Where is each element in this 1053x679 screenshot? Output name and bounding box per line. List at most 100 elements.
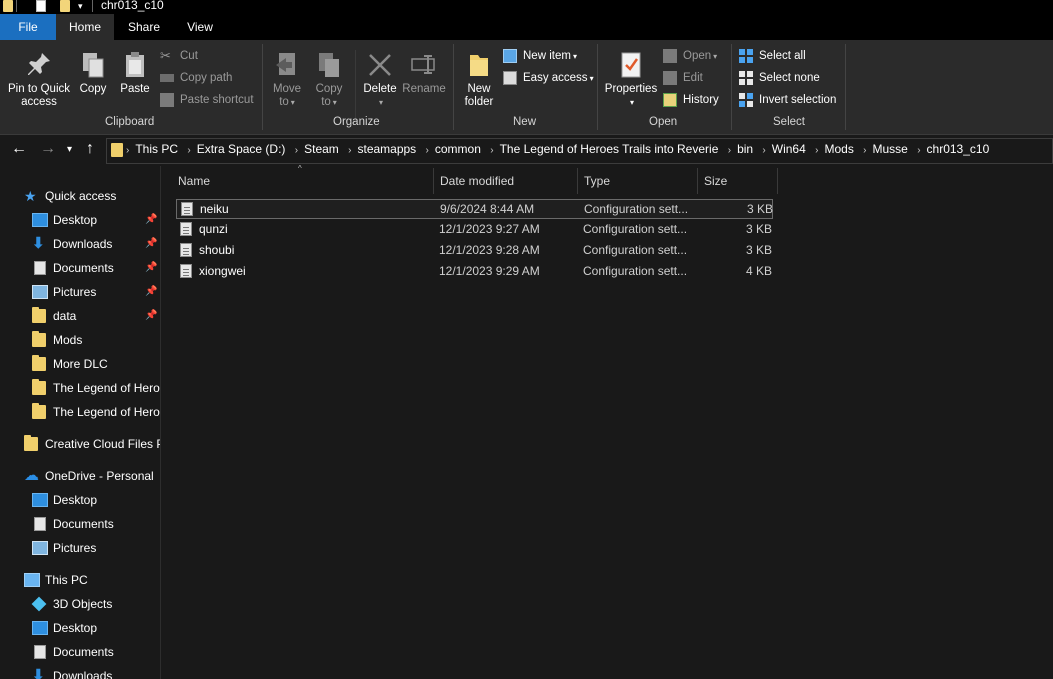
breadcrumb-item[interactable]: This PC (129, 142, 184, 156)
downloads-icon: ⬇ (32, 235, 45, 252)
cut-label: Cut (180, 50, 198, 62)
chevron-down-icon: ▾ (378, 98, 383, 107)
invert-selection-button[interactable]: Invert selection (739, 91, 836, 109)
copy-icon (78, 50, 108, 80)
pictures-icon (32, 285, 48, 299)
open-button[interactable]: Open ▾ (663, 47, 717, 65)
sidebar-item-label: Quick access (45, 189, 117, 203)
file-date: 12/1/2023 9:29 AM (439, 264, 540, 278)
move-to-button[interactable]: Move to ▾ (270, 50, 304, 109)
column-header-type[interactable]: Type (584, 174, 610, 188)
file-name: qunzi (199, 222, 228, 236)
cut-button[interactable]: ✂ Cut (160, 47, 198, 65)
new-folder-qat-icon[interactable] (60, 0, 70, 12)
column-header-size[interactable]: Size (704, 174, 727, 188)
delete-x-icon (365, 50, 395, 80)
folder-icon (32, 307, 46, 323)
breadcrumb-item[interactable]: Steam (298, 142, 345, 156)
table-row[interactable]: xiongwei 12/1/2023 9:29 AM Configuration… (176, 262, 773, 282)
breadcrumb-item[interactable]: The Legend of Heroes Trails into Reverie (494, 142, 725, 156)
copy-path-label: Copy path (180, 72, 233, 84)
table-row[interactable]: shoubi 12/1/2023 9:28 AM Configuration s… (176, 241, 773, 261)
select-all-icon (739, 49, 753, 63)
breadcrumb-item[interactable]: bin (731, 142, 759, 156)
paste-button[interactable]: Paste (118, 50, 152, 96)
edit-button[interactable]: Edit (663, 69, 703, 87)
back-arrow-icon[interactable]: ← (11, 140, 27, 158)
tab-share[interactable]: Share (116, 14, 172, 40)
chevron-down-icon: ▾ (589, 74, 594, 83)
copy-to-button[interactable]: Copy to ▾ (312, 50, 346, 109)
pictures-icon (32, 541, 48, 555)
select-all-button[interactable]: Select all (739, 47, 806, 65)
invert-selection-label: Invert selection (759, 94, 837, 106)
breadcrumb-item[interactable]: chr013_c10 (921, 142, 996, 156)
forward-arrow-icon[interactable]: → (40, 140, 56, 158)
table-row[interactable]: neiku 9/6/2024 8:44 AM Configuration set… (176, 199, 773, 219)
column-divider[interactable] (433, 168, 434, 194)
file-size: 3 KB (746, 243, 773, 257)
sidebar-item-label: Mods (53, 333, 83, 347)
column-header-date-modified[interactable]: Date modified (440, 174, 514, 188)
file-type: Configuration sett... (583, 264, 688, 278)
new-item-button[interactable]: New item ▾ (503, 47, 577, 65)
column-divider[interactable] (777, 168, 778, 194)
title-bar: ▾ chr013_c10 (0, 0, 1053, 14)
pin-to-quick-access-button[interactable]: Pin to Quick access (6, 50, 72, 109)
column-divider[interactable] (577, 168, 578, 194)
copy-to-label-line1: Copy (315, 83, 343, 95)
sort-ascending-icon: ^ (298, 164, 302, 173)
breadcrumb-item[interactable]: Win64 (766, 142, 812, 156)
customize-qat-icon[interactable]: ▾ (78, 0, 88, 12)
properties-button[interactable]: Properties ▾ (603, 50, 659, 109)
delete-button[interactable]: Delete ▾ (360, 50, 400, 109)
sidebar-item-label: Documents (53, 645, 114, 659)
copy-path-button[interactable]: Copy path (160, 69, 232, 87)
new-folder-button[interactable]: New folder (460, 50, 498, 109)
up-arrow-icon[interactable]: ↑ (86, 140, 94, 158)
recent-locations-chevron-icon[interactable]: ▾ (67, 144, 72, 155)
sidebar-item-documents[interactable]: Documents 📌 (32, 257, 160, 279)
column-divider[interactable] (697, 168, 698, 194)
breadcrumb-item[interactable]: Extra Space (D:) (191, 142, 292, 156)
config-file-icon (181, 202, 193, 216)
column-header-name[interactable]: Name (178, 174, 210, 188)
properties-label: Properties (604, 83, 658, 95)
breadcrumb-item[interactable]: steamapps (351, 142, 422, 156)
sidebar-item-label: Desktop (53, 493, 98, 507)
new-folder-icon (464, 50, 494, 80)
desktop-icon (32, 213, 48, 227)
history-button[interactable]: History (663, 91, 719, 109)
table-row[interactable]: qunzi 12/1/2023 9:27 AM Configuration se… (176, 220, 773, 240)
file-date: 9/6/2024 8:44 AM (440, 202, 535, 216)
copy-to-icon (314, 50, 344, 80)
breadcrumb-item[interactable]: Musse (867, 142, 914, 156)
new-item-icon (503, 49, 517, 63)
sidebar-item-downloads[interactable]: ⬇ Downloads 📌 (32, 233, 160, 255)
folder-icon (32, 379, 46, 395)
star-icon: ★ (24, 188, 37, 204)
sidebar-item-pictures[interactable]: Pictures 📌 (32, 281, 160, 303)
easy-access-button[interactable]: Easy access ▾ (503, 69, 594, 87)
sidebar-item-desktop[interactable]: Desktop 📌 (32, 209, 160, 231)
select-none-button[interactable]: Select none (739, 69, 820, 87)
tab-view[interactable]: View (172, 14, 228, 40)
sidebar-item-data[interactable]: data 📌 (32, 305, 160, 327)
copy-button[interactable]: Copy (76, 50, 110, 96)
breadcrumb-item[interactable]: Mods (818, 142, 859, 156)
breadcrumb-item[interactable]: common (429, 142, 487, 156)
file-size: 3 KB (746, 222, 773, 236)
sidebar-item-label: Desktop (53, 621, 98, 635)
open-icon (663, 49, 677, 63)
pin-icon (24, 50, 54, 80)
properties-qat-icon[interactable] (36, 0, 46, 12)
rename-button[interactable]: Rename (402, 50, 446, 96)
tab-home[interactable]: Home (56, 14, 114, 40)
file-name: xiongwei (199, 264, 246, 278)
chevron-down-icon: ▾ (629, 98, 634, 107)
move-to-label-line2: to (279, 96, 289, 108)
tab-file[interactable]: File (0, 14, 56, 40)
config-file-icon (180, 264, 192, 278)
computer-icon (24, 573, 40, 587)
paste-shortcut-button[interactable]: Paste shortcut (160, 91, 254, 109)
